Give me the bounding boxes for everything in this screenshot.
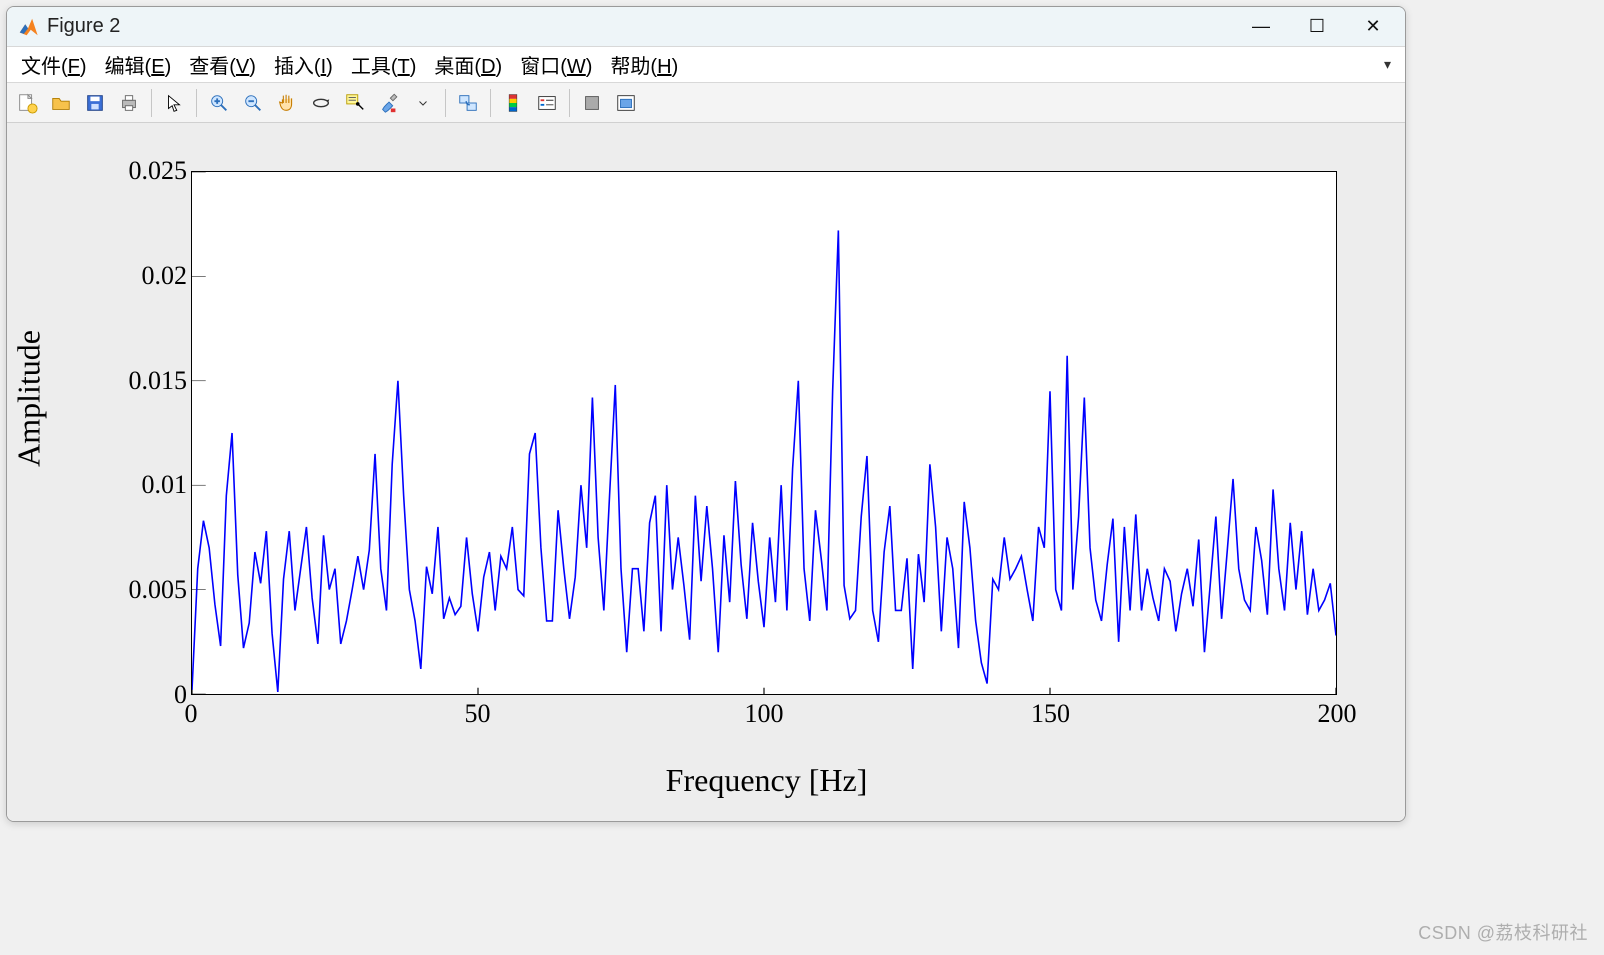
y-tick-label: 0.02 — [142, 261, 188, 291]
square-icon — [581, 92, 603, 114]
pan-button[interactable] — [271, 87, 303, 119]
line-plot — [192, 172, 1336, 694]
maximize-button[interactable]: ☐ — [1289, 7, 1345, 47]
rotate-icon — [310, 92, 332, 114]
axes[interactable]: Amplitude Frequency [Hz] 00.0050.010.015… — [25, 153, 1387, 803]
y-tick-label: 0.025 — [129, 156, 188, 186]
link-plots-button[interactable] — [452, 87, 484, 119]
menu-tools[interactable]: 工具(T) — [343, 48, 425, 81]
pan-icon — [276, 92, 298, 114]
data-cursor-button[interactable] — [339, 87, 371, 119]
menu-edit[interactable]: 编辑(E) — [97, 48, 180, 81]
y-axis-label: Amplitude — [11, 330, 48, 467]
titlebar[interactable]: Figure 2 — ☐ ✕ — [7, 7, 1405, 47]
x-tick-label: 50 — [465, 699, 491, 729]
zoom-in-button[interactable] — [203, 87, 235, 119]
x-tick-label: 100 — [745, 699, 784, 729]
print-button[interactable] — [113, 87, 145, 119]
new-file-icon — [16, 92, 38, 114]
brush-icon — [378, 92, 400, 114]
colorbar-icon — [502, 92, 524, 114]
pointer-icon — [163, 92, 185, 114]
menu-overflow-icon[interactable]: ▾ — [1384, 56, 1399, 73]
window-title: Figure 2 — [47, 15, 120, 38]
brush-dropdown[interactable] — [407, 87, 439, 119]
close-button[interactable]: ✕ — [1345, 7, 1401, 47]
minimize-icon: — — [1252, 16, 1270, 37]
menu-desktop[interactable]: 桌面(D) — [426, 48, 510, 81]
menu-window[interactable]: 窗口(W) — [512, 48, 600, 81]
legend-button[interactable] — [531, 87, 563, 119]
watermark: CSDN @荔枝科研社 — [1418, 919, 1588, 945]
open-icon — [50, 92, 72, 114]
y-tick-label: 0.01 — [142, 470, 188, 500]
x-tick-label: 200 — [1318, 699, 1357, 729]
colorbar-button[interactable] — [497, 87, 529, 119]
pointer-button[interactable] — [158, 87, 190, 119]
zoom-in-icon — [208, 92, 230, 114]
save-icon — [84, 92, 106, 114]
hide-tools-button[interactable] — [576, 87, 608, 119]
minimize-button[interactable]: — — [1233, 7, 1289, 47]
matlab-icon — [17, 16, 39, 38]
chevron-down-icon — [417, 92, 429, 114]
menu-help[interactable]: 帮助(H) — [602, 48, 686, 81]
legend-icon — [536, 92, 558, 114]
plot-box[interactable] — [191, 171, 1337, 695]
y-tick-label: 0.005 — [129, 575, 188, 605]
data-cursor-icon — [344, 92, 366, 114]
x-tick-label: 0 — [185, 699, 198, 729]
y-tick-label: 0.015 — [129, 366, 188, 396]
menubar: 文件(F) 编辑(E) 查看(V) 插入(I) 工具(T) 桌面(D) 窗口(W… — [7, 47, 1405, 83]
menu-file[interactable]: 文件(F) — [13, 48, 95, 81]
figure-area[interactable]: Amplitude Frequency [Hz] 0 0.005 0.01 0.015… — [7, 123, 1405, 821]
brush-button[interactable] — [373, 87, 405, 119]
toolbar — [7, 83, 1405, 123]
rotate-button[interactable] — [305, 87, 337, 119]
menu-view[interactable]: 查看(V) — [181, 48, 264, 81]
zoom-out-button[interactable] — [237, 87, 269, 119]
open-button[interactable] — [45, 87, 77, 119]
x-axis-label: Frequency [Hz] — [666, 762, 868, 799]
print-icon — [118, 92, 140, 114]
close-icon: ✕ — [1365, 16, 1380, 37]
dock-icon — [615, 92, 637, 114]
figure-window: Figure 2 — ☐ ✕ 文件(F) 编辑(E) 查看(V) 插入(I) 工… — [6, 6, 1406, 822]
menu-insert[interactable]: 插入(I) — [266, 48, 341, 81]
new-figure-button[interactable] — [11, 87, 43, 119]
dock-button[interactable] — [610, 87, 642, 119]
maximize-icon: ☐ — [1309, 16, 1325, 37]
zoom-out-icon — [242, 92, 264, 114]
save-button[interactable] — [79, 87, 111, 119]
x-tick-label: 150 — [1031, 699, 1070, 729]
link-icon — [457, 92, 479, 114]
